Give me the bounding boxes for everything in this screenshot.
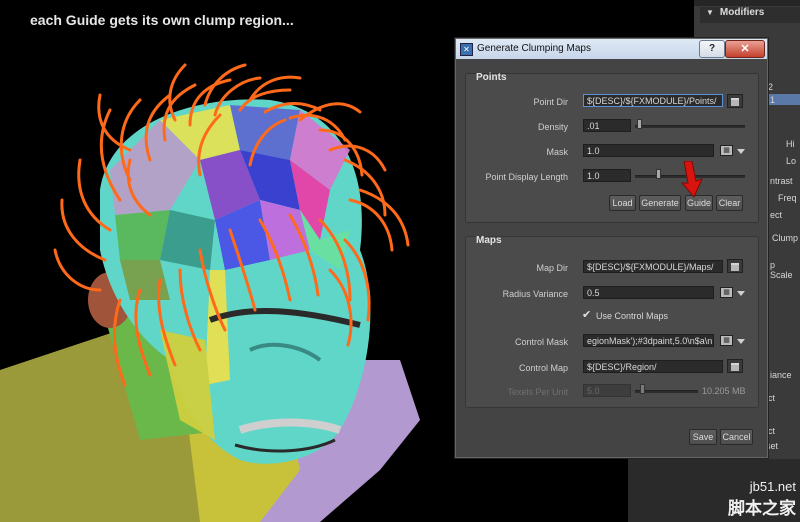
bg-label-8: p Scale	[770, 260, 793, 280]
map-dir-field[interactable]: ${DESC}/${FXMODULE}/Maps/	[583, 260, 723, 273]
points-group-title: Points	[476, 72, 507, 83]
point-dir-label: Point Dir	[533, 97, 568, 107]
bg-label-11: ct	[768, 426, 776, 436]
cancel-button[interactable]: Cancel	[720, 429, 753, 445]
radius-variance-label: Radius Variance	[502, 289, 568, 299]
caption-text: each Guide gets its own clump region...	[30, 12, 294, 28]
texels-per-unit-field: 5.0	[583, 384, 631, 397]
bg-label-10: ct	[768, 393, 776, 403]
app-icon: ✕	[460, 43, 473, 56]
watermark-chinese: 脚本之家	[728, 499, 796, 518]
density-slider[interactable]	[635, 125, 745, 128]
help-button[interactable]: ?	[699, 40, 725, 58]
point-dir-browse-folder-icon[interactable]	[727, 94, 743, 108]
background-panel-topbar	[694, 0, 800, 6]
modifiers-header[interactable]: ▼ Modifiers	[700, 7, 800, 23]
close-button[interactable]: ✕	[725, 40, 765, 58]
dialog-title: Generate Clumping Maps	[477, 43, 591, 54]
density-field[interactable]: .01	[583, 119, 631, 132]
mask-label: Mask	[546, 147, 568, 157]
density-slider-handle[interactable]	[637, 119, 643, 129]
use-control-maps-label: Use Control Maps	[596, 311, 669, 321]
bg-label-0: 2	[768, 82, 774, 92]
control-map-field[interactable]: ${DESC}/Region/	[583, 360, 723, 373]
bg-label-4: ntrast	[770, 176, 793, 186]
point-display-length-label: Point Display Length	[485, 172, 568, 182]
point-dir-field[interactable]: ${DESC}/${FXMODULE}/Points/	[583, 94, 723, 107]
mask-dropdown-chevron-down-icon[interactable]	[737, 149, 745, 154]
bg-label-3: Lo	[786, 156, 797, 166]
generate-clumping-maps-dialog: ✕ Generate Clumping Maps ? ✕ Points Poin…	[455, 38, 768, 458]
maps-group-title: Maps	[476, 235, 502, 246]
map-dir-browse-folder-icon[interactable]	[727, 259, 743, 273]
texels-per-unit-label: Texels Per Unit	[507, 387, 568, 397]
load-button[interactable]: Load	[609, 195, 636, 211]
radius-variance-dropdown-chevron-down-icon[interactable]	[737, 291, 745, 296]
texels-memory-size: 10.205 MB	[702, 386, 746, 396]
generate-button[interactable]: Generate	[639, 195, 681, 211]
maps-group: Maps Map Dir ${DESC}/${FXMODULE}/Maps/ R…	[465, 235, 759, 408]
red-arrow-annotation-icon	[680, 161, 703, 198]
mask-field[interactable]: 1.0	[583, 144, 714, 157]
bg-label-5: Freq	[778, 193, 797, 203]
bg-label-1: 1	[770, 95, 776, 105]
mask-map-icon[interactable]: ▦	[720, 145, 733, 156]
bg-label-7: Clump	[772, 233, 799, 243]
control-mask-dropdown-chevron-down-icon[interactable]	[737, 339, 745, 344]
point-display-length-field[interactable]: 1.0	[583, 169, 631, 182]
use-control-maps-checkbox[interactable]: ✔	[582, 310, 592, 321]
control-mask-field[interactable]: egionMask');#3dpaint,5.0\n$a\n	[583, 334, 714, 347]
texels-per-unit-slider-handle	[640, 384, 645, 394]
map-dir-label: Map Dir	[536, 263, 568, 273]
watermark-url: jb51.net	[749, 479, 796, 494]
dialog-titlebar[interactable]: ✕ Generate Clumping Maps ? ✕	[456, 39, 767, 59]
clear-button[interactable]: Clear	[716, 195, 743, 211]
density-label: Density	[537, 122, 568, 132]
bg-label-2: Hi	[786, 139, 795, 149]
control-map-browse-folder-icon[interactable]	[727, 359, 743, 373]
point-display-length-slider-handle[interactable]	[656, 169, 661, 179]
modifiers-label: Modifiers	[719, 7, 765, 18]
bg-label-9: iance	[770, 370, 792, 380]
radius-variance-map-icon[interactable]: ▦	[720, 287, 733, 298]
bg-label-6: ect	[770, 210, 783, 220]
points-group: Points Point Dir ${DESC}/${FXMODULE}/Poi…	[465, 72, 759, 223]
control-map-label: Control Map	[518, 363, 568, 373]
control-mask-label: Control Mask	[514, 337, 568, 347]
save-button[interactable]: Save	[689, 429, 717, 445]
watermark: jb51.net 脚本之家	[728, 479, 796, 519]
radius-variance-field[interactable]: 0.5	[583, 286, 714, 299]
collapse-triangle-icon: ▼	[706, 8, 714, 17]
control-mask-map-icon[interactable]: ▦	[720, 335, 733, 346]
